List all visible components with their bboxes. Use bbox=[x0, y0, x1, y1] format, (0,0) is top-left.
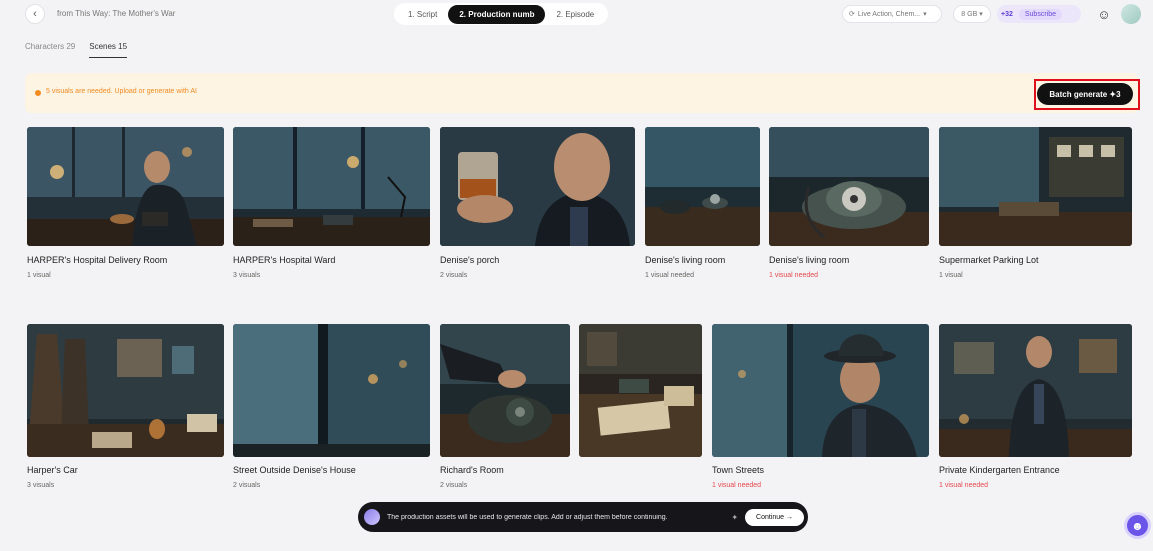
top-bar: ‹ from This Way: The Mother's War 1. Scr… bbox=[0, 0, 1153, 30]
scene-visual-count: 2 visuals bbox=[440, 272, 468, 279]
chat-icon: ☻ bbox=[1131, 518, 1144, 533]
assistant-avatar-icon bbox=[364, 509, 380, 525]
scene-card[interactable]: Private Kindergarten Entrance 1 visual n… bbox=[939, 324, 1132, 494]
chevron-left-icon: ‹ bbox=[33, 8, 37, 20]
step-production[interactable]: 2. Production numb bbox=[448, 4, 546, 24]
scene-title: Supermarket Parking Lot bbox=[939, 255, 1039, 265]
scene-thumbnail[interactable] bbox=[233, 324, 430, 457]
sparkle-icon: ✦ bbox=[731, 512, 739, 522]
scene-card[interactable]: Street Outside Denise's House 2 visuals bbox=[233, 324, 430, 494]
scene-card[interactable]: HARPER's Hospital Delivery Room 1 visual bbox=[27, 127, 224, 287]
storage-select[interactable]: 8 GB ▾ bbox=[953, 5, 991, 23]
credits-count: +32 bbox=[1001, 10, 1013, 18]
scene-thumbnail[interactable] bbox=[769, 127, 929, 246]
scene-thumbnail[interactable] bbox=[579, 324, 702, 457]
scene-thumbnail[interactable] bbox=[27, 324, 224, 457]
refresh-icon: ⟳ bbox=[849, 11, 855, 18]
scene-title: Denise's living room bbox=[769, 255, 850, 265]
scene-visual-count: 1 visual bbox=[27, 272, 51, 279]
scene-title: Denise's living room bbox=[645, 255, 726, 265]
scene-card[interactable] bbox=[579, 324, 702, 494]
avatar[interactable] bbox=[1121, 4, 1141, 24]
scene-visual-count: 2 visuals bbox=[233, 482, 261, 489]
storage-value: 8 GB bbox=[961, 10, 978, 18]
scene-thumbnail[interactable] bbox=[939, 324, 1132, 457]
scene-title: Town Streets bbox=[712, 465, 765, 475]
assistant-icon[interactable]: ☺ bbox=[1095, 5, 1113, 23]
scene-visual-count: 1 visual needed bbox=[769, 272, 819, 279]
scene-title: Street Outside Denise's House bbox=[233, 465, 356, 475]
scene-thumbnail[interactable] bbox=[233, 127, 430, 246]
asset-tabs: Characters 29 Scenes 15 bbox=[25, 42, 128, 58]
step-episode[interactable]: 2. Episode bbox=[545, 5, 605, 24]
scene-card[interactable]: Supermarket Parking Lot 1 visual bbox=[939, 127, 1132, 287]
project-title: from This Way: The Mother's War bbox=[57, 9, 176, 18]
scene-title: Denise's porch bbox=[440, 255, 500, 265]
scene-card[interactable]: Richard's Room 2 visuals bbox=[440, 324, 570, 494]
step-tabs: 1. Script 2. Production numb 2. Episode bbox=[394, 3, 609, 25]
scene-title: Harper's Car bbox=[27, 465, 78, 475]
scene-thumbnail[interactable] bbox=[27, 127, 224, 246]
chevron-down-icon: ▾ bbox=[979, 11, 983, 18]
tab-characters[interactable]: Characters 29 bbox=[25, 42, 75, 58]
scene-thumbnail[interactable] bbox=[440, 324, 570, 457]
scene-visual-count: 3 visuals bbox=[27, 482, 55, 489]
scene-title: HARPER's Hospital Delivery Room bbox=[27, 255, 168, 265]
style-mode-value: Live Action, Chem... bbox=[857, 10, 921, 18]
continue-bar: The production assets will be used to ge… bbox=[358, 502, 808, 532]
scene-visual-count: 1 visual needed bbox=[712, 482, 762, 489]
scene-card[interactable]: Denise's living room 1 visual needed bbox=[645, 127, 760, 287]
scene-title: Private Kindergarten Entrance bbox=[939, 465, 1060, 475]
scene-card[interactable]: Denise's living room 1 visual needed bbox=[769, 127, 929, 287]
scene-thumbnail[interactable] bbox=[440, 127, 635, 246]
scene-visual-count: 1 visual needed bbox=[645, 272, 695, 279]
scene-thumbnail[interactable] bbox=[712, 324, 929, 457]
scene-title: Richard's Room bbox=[440, 465, 504, 475]
scene-visual-count: 1 visual needed bbox=[939, 482, 989, 489]
scene-thumbnail[interactable] bbox=[645, 127, 760, 246]
scene-thumbnail[interactable] bbox=[939, 127, 1132, 246]
tab-scenes[interactable]: Scenes 15 bbox=[89, 42, 128, 58]
scene-card[interactable]: Denise's porch 2 visuals bbox=[440, 127, 635, 287]
subscribe-button[interactable]: Subscribe bbox=[1018, 8, 1063, 20]
chevron-down-icon: ▾ bbox=[923, 11, 927, 18]
continue-button[interactable]: Continue → bbox=[745, 508, 804, 526]
scene-title: HARPER's Hospital Ward bbox=[233, 255, 336, 265]
continue-bar-text: The production assets will be used to ge… bbox=[387, 513, 668, 521]
help-chat-button[interactable]: ☻ bbox=[1124, 512, 1151, 539]
scene-card[interactable]: Town Streets 1 visual needed bbox=[712, 324, 929, 494]
credits-pill: +32 Subscribe bbox=[997, 5, 1081, 23]
back-button[interactable]: ‹ bbox=[25, 4, 45, 24]
style-mode-select[interactable]: ⟳ Live Action, Chem... ▾ bbox=[842, 5, 942, 23]
notice-text: 5 visuals are needed. Upload or generate… bbox=[46, 88, 197, 95]
batch-generate-button[interactable]: Batch generate ✦3 bbox=[1037, 83, 1133, 105]
step-script[interactable]: 1. Script bbox=[397, 5, 448, 24]
scene-visual-count: 2 visuals bbox=[440, 482, 468, 489]
scene-card[interactable]: HARPER's Hospital Ward 3 visuals bbox=[233, 127, 430, 287]
scene-card[interactable]: Harper's Car 3 visuals bbox=[27, 324, 224, 494]
warning-icon bbox=[35, 90, 41, 96]
scene-visual-count: 3 visuals bbox=[233, 272, 261, 279]
scene-visual-count: 1 visual bbox=[939, 272, 963, 279]
notice-banner: 5 visuals are needed. Upload or generate… bbox=[25, 73, 1138, 113]
